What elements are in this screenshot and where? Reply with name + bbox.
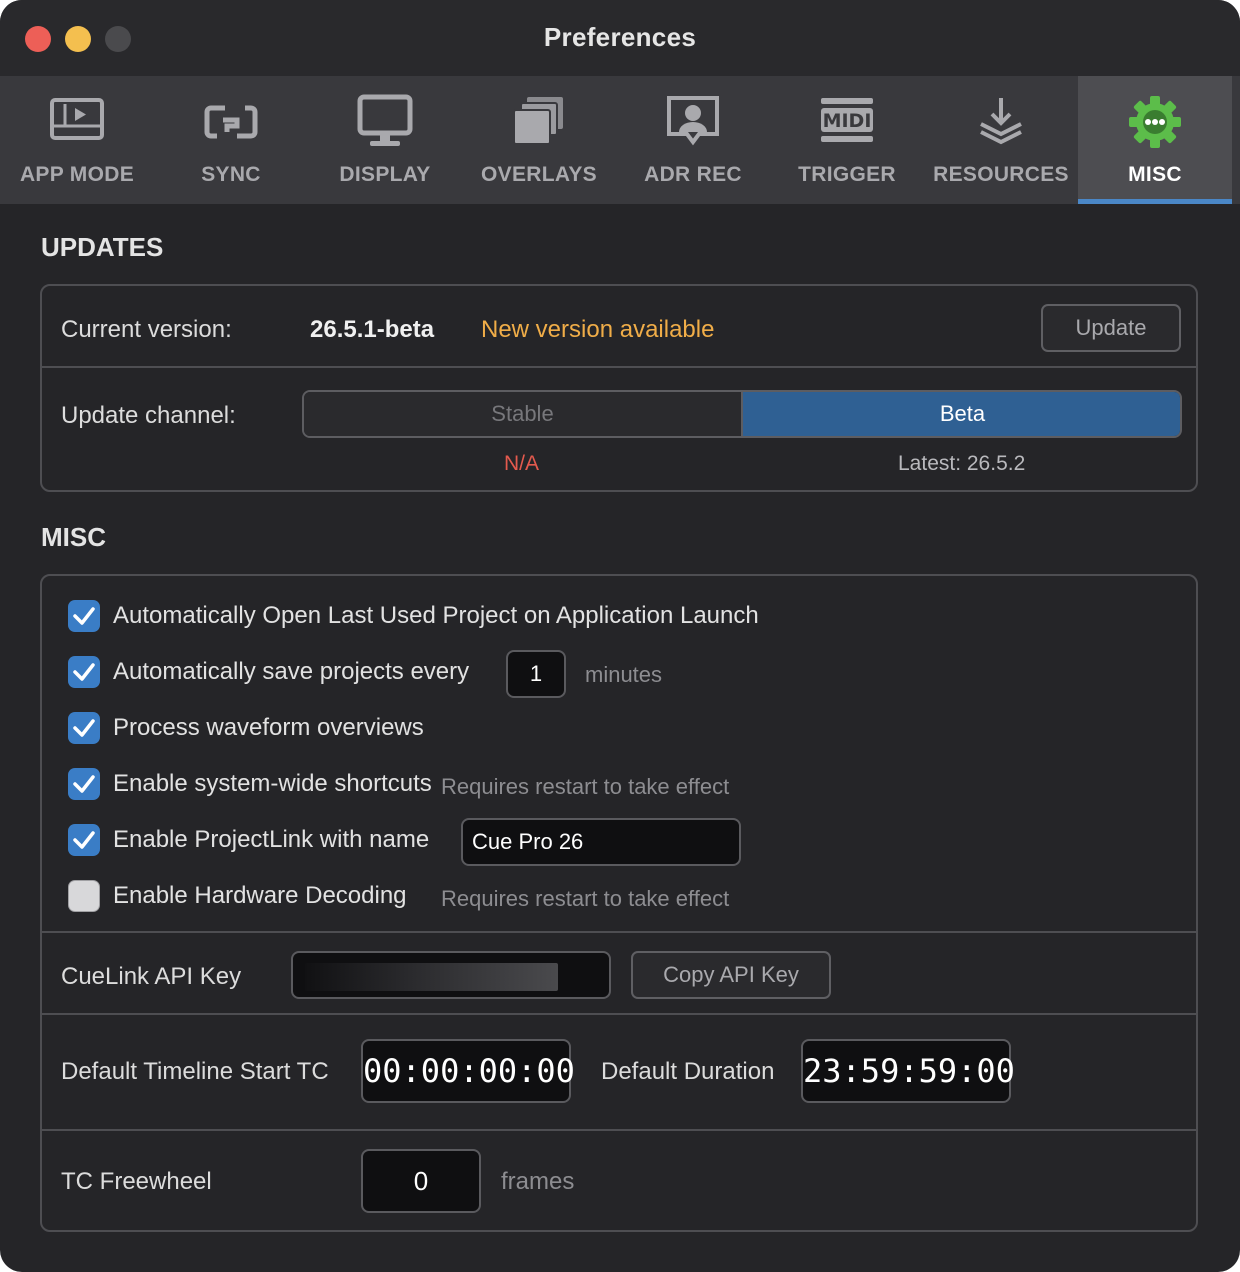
overlays-icon bbox=[513, 97, 563, 145]
app-mode-icon bbox=[50, 98, 104, 140]
tc-freewheel-label: TC Freewheel bbox=[61, 1168, 212, 1195]
autosave-unit-label: minutes bbox=[585, 662, 663, 687]
current-version-value: 26.5.1-beta bbox=[310, 316, 435, 343]
projectlink-name-input[interactable]: Cue Pro 26 bbox=[461, 818, 741, 866]
tab-trigger[interactable]: MIDI TRIGGER bbox=[770, 76, 924, 204]
tab-adr-rec[interactable]: ADR REC bbox=[616, 76, 770, 204]
panel-divider bbox=[42, 1013, 1196, 1015]
checkmark-icon bbox=[73, 719, 95, 737]
checkmark-icon bbox=[73, 607, 95, 625]
window-title: Preferences bbox=[543, 22, 697, 52]
timeline-start-input[interactable]: 00:00:00:00 bbox=[361, 1039, 575, 1103]
gear-icon bbox=[1129, 96, 1181, 148]
option-label: Enable ProjectLink with name bbox=[113, 826, 430, 853]
copy-api-key-button[interactable]: Copy API Key bbox=[631, 951, 831, 999]
beta-channel-status: Latest: 26.5.2 bbox=[898, 452, 1026, 475]
tab-label: RESOURCES bbox=[933, 163, 1069, 186]
api-key-field[interactable] bbox=[291, 951, 611, 999]
tab-display[interactable]: DISPLAY bbox=[308, 76, 462, 204]
updates-panel: Current version: 26.5.1-beta New version… bbox=[40, 284, 1198, 492]
adr-rec-icon bbox=[667, 96, 719, 146]
sync-icon bbox=[204, 105, 258, 139]
checkmark-icon bbox=[73, 775, 95, 793]
svg-text:MIDI: MIDI bbox=[823, 110, 872, 132]
tab-label: ADR REC bbox=[644, 163, 742, 186]
tc-freewheel-input[interactable]: 0 bbox=[361, 1149, 481, 1213]
option-label: Automatically Open Last Used Project on … bbox=[113, 602, 759, 629]
stable-channel-status: N/A bbox=[504, 452, 540, 475]
tab-app-mode[interactable]: APP MODE bbox=[0, 76, 154, 204]
misc-section-title: MISC bbox=[41, 522, 106, 552]
tab-resources[interactable]: RESOURCES bbox=[924, 76, 1078, 204]
restart-hint: Requires restart to take effect bbox=[441, 886, 730, 911]
update-channel-selector: Stable Beta bbox=[302, 390, 1182, 438]
tc-freewheel-unit: frames bbox=[501, 1168, 575, 1195]
preferences-toolbar: APP MODE SYNC DISPLAY OVERLAYS ADR REC M… bbox=[0, 76, 1240, 204]
checkbox-autosave[interactable] bbox=[68, 656, 100, 688]
default-duration-input[interactable]: 23:59:59:00 bbox=[801, 1039, 1015, 1103]
timeline-start-label: Default Timeline Start TC bbox=[61, 1058, 329, 1085]
update-button[interactable]: Update bbox=[1041, 304, 1181, 352]
panel-divider bbox=[42, 1129, 1196, 1131]
update-channel-label: Update channel: bbox=[61, 402, 236, 429]
checkmark-icon bbox=[73, 663, 95, 681]
title-bar: Preferences bbox=[0, 0, 1240, 76]
tab-label: TRIGGER bbox=[798, 163, 896, 186]
restart-hint: Requires restart to take effect bbox=[441, 774, 730, 799]
tab-sync[interactable]: SYNC bbox=[154, 76, 308, 204]
tab-misc[interactable]: MISC bbox=[1078, 76, 1232, 204]
current-version-label: Current version: bbox=[61, 316, 232, 343]
checkmark-icon bbox=[73, 831, 95, 849]
option-label: Enable system-wide shortcuts bbox=[113, 770, 432, 797]
checkbox-system-shortcuts[interactable] bbox=[68, 768, 100, 800]
panel-divider bbox=[42, 931, 1196, 933]
tab-label: OVERLAYS bbox=[481, 163, 597, 186]
tab-label: APP MODE bbox=[19, 163, 135, 186]
tab-overlays[interactable]: OVERLAYS bbox=[462, 76, 616, 204]
default-duration-label: Default Duration bbox=[601, 1058, 775, 1085]
tab-label: MISC bbox=[1128, 163, 1182, 186]
checkbox-waveform[interactable] bbox=[68, 712, 100, 744]
updates-section-title: UPDATES bbox=[41, 232, 164, 262]
resources-icon bbox=[980, 98, 1022, 145]
preferences-window: Preferences APP MODE SYNC DISPLAY OVERLA… bbox=[0, 0, 1240, 1272]
option-label: Enable Hardware Decoding bbox=[113, 882, 407, 909]
option-label: Automatically save projects every bbox=[113, 658, 470, 685]
midi-icon: MIDI bbox=[821, 98, 873, 142]
active-tab-indicator bbox=[1078, 199, 1232, 204]
autosave-minutes-input[interactable]: 1 bbox=[506, 650, 566, 698]
new-version-notice: New version available bbox=[481, 316, 715, 343]
checkbox-projectlink[interactable] bbox=[68, 824, 100, 856]
checkbox-open-last-project[interactable] bbox=[68, 600, 100, 632]
channel-option-beta[interactable]: Beta bbox=[743, 392, 1180, 436]
option-label: Process waveform overviews bbox=[113, 714, 424, 741]
api-key-redacted bbox=[305, 963, 558, 991]
display-icon bbox=[357, 94, 413, 146]
tab-label: SYNC bbox=[201, 163, 261, 186]
tab-label: DISPLAY bbox=[339, 163, 431, 186]
api-key-label: CueLink API Key bbox=[61, 963, 242, 990]
checkbox-hardware-decoding[interactable] bbox=[68, 880, 100, 912]
panel-divider bbox=[42, 366, 1196, 368]
misc-panel: Automatically Open Last Used Project on … bbox=[40, 574, 1198, 1232]
channel-option-stable[interactable]: Stable bbox=[304, 392, 743, 436]
